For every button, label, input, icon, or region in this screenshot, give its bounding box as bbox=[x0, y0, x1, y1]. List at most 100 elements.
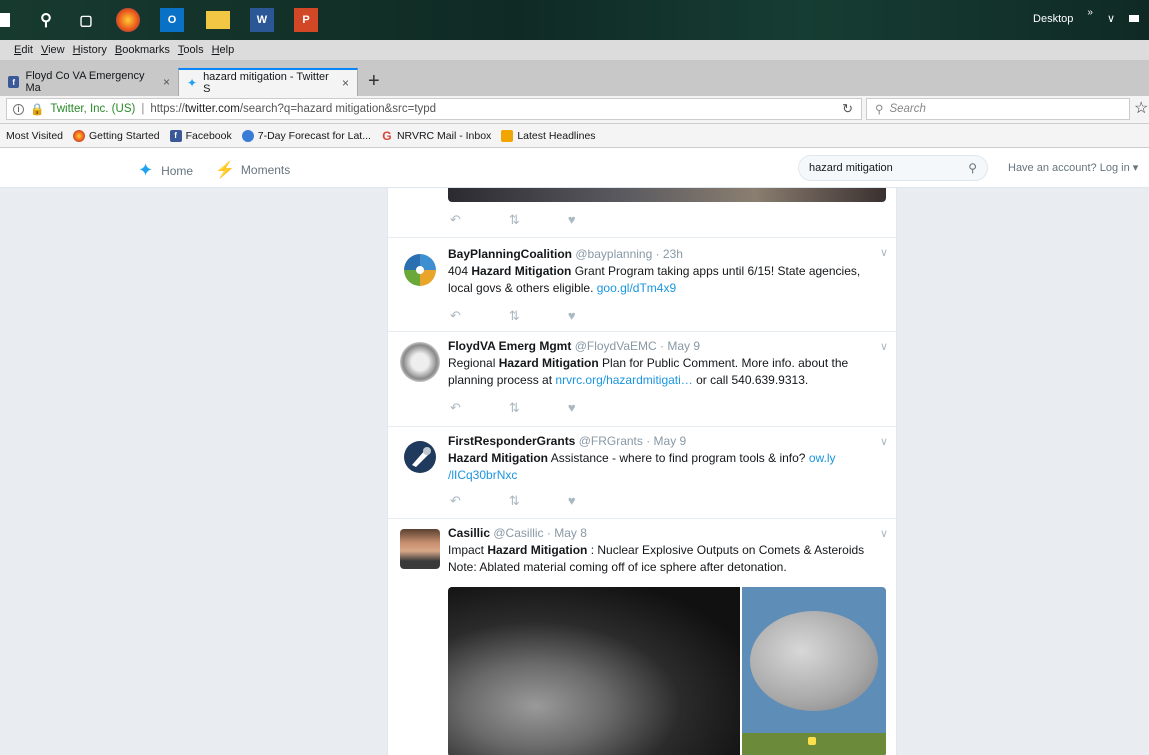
reply-icon[interactable]: ↶ bbox=[450, 308, 461, 324]
address-bar[interactable]: i 🔒 Twitter, Inc. (US) | https://twitter… bbox=[6, 98, 862, 120]
tweet-actions: ↶ ⇅ ♥ bbox=[450, 400, 576, 416]
tweet-text: or call 540.639.9313. bbox=[692, 373, 809, 387]
tweet-link[interactable]: nrvrc.org/hazardmitigati… bbox=[555, 373, 692, 387]
nav-moments[interactable]: ⚡ Moments bbox=[215, 160, 290, 180]
tweet-author-name[interactable]: FirstResponderGrants bbox=[448, 434, 575, 448]
powerpoint-taskbar-icon[interactable]: P bbox=[294, 8, 318, 32]
tweet-handle[interactable]: @FloydVaEMC · May 9 bbox=[575, 339, 700, 353]
avatar[interactable] bbox=[400, 437, 440, 477]
nav-home[interactable]: ✦ Home bbox=[138, 160, 193, 181]
reload-icon[interactable]: ↻ bbox=[842, 101, 853, 117]
twitter-search-input[interactable]: hazard mitigation ⚲ bbox=[798, 155, 988, 181]
avatar[interactable] bbox=[400, 342, 440, 382]
url-prefix: https:// bbox=[150, 103, 185, 115]
outlook-taskbar-icon[interactable]: O bbox=[160, 8, 184, 32]
login-link[interactable]: Have an account? Log in ▾ bbox=[1008, 161, 1138, 174]
twitter-global-nav: ✦ Home ⚡ Moments hazard mitigation ⚲ Hav… bbox=[0, 148, 1149, 188]
rss-feed-icon bbox=[501, 129, 514, 142]
menu-edit[interactable]: Edit bbox=[14, 44, 33, 56]
retweet-icon[interactable]: ⇅ bbox=[509, 400, 520, 416]
asteroid-photo[interactable] bbox=[448, 587, 740, 755]
like-heart-icon[interactable]: ♥ bbox=[568, 493, 576, 509]
tweet-link[interactable]: goo.gl/dTm4x9 bbox=[597, 281, 676, 295]
tweet-item[interactable]: ∨ Casillic @Casillic · May 8 Impact Haza… bbox=[388, 518, 896, 755]
bookmark-most-visited[interactable]: Most Visited bbox=[6, 130, 63, 142]
lock-icon: 🔒 bbox=[30, 104, 45, 116]
menu-bookmarks[interactable]: Bookmarks bbox=[115, 44, 170, 56]
like-heart-icon[interactable]: ♥ bbox=[568, 308, 576, 324]
toolbar-overflow-icon[interactable]: » bbox=[1087, 7, 1093, 18]
bookmark-label: 7-Day Forecast for Lat... bbox=[257, 129, 371, 142]
bookmark-label: Latest Headlines bbox=[517, 129, 596, 142]
firefox-taskbar-icon[interactable] bbox=[116, 8, 140, 32]
tweet-item[interactable]: ∨ FirstResponderGrants @FRGrants · May 9… bbox=[388, 426, 896, 518]
tweet-actions: ↶ ⇅ ♥ bbox=[450, 308, 576, 324]
bookmark-label: Getting Started bbox=[89, 129, 160, 142]
browser-search-input[interactable]: ⚲ Search bbox=[866, 98, 1130, 120]
tweet-item[interactable]: ∨ FloydVA Emerg Mgmt @FloydVaEMC · May 9… bbox=[388, 331, 896, 426]
like-heart-icon[interactable]: ♥ bbox=[568, 212, 576, 228]
bookmark-label: Facebook bbox=[185, 129, 232, 142]
retweet-icon[interactable]: ⇅ bbox=[509, 212, 520, 228]
bookmark-label: Most Visited bbox=[6, 129, 63, 142]
close-tab-icon[interactable]: × bbox=[342, 76, 349, 90]
tab-twitter-search[interactable]: ✦ hazard mitigation - Twitter S × bbox=[178, 68, 358, 96]
first-responder-grants-logo-icon bbox=[404, 441, 436, 473]
tweet-actions: ↶ ⇅ ♥ bbox=[450, 212, 576, 228]
retweet-icon[interactable]: ⇅ bbox=[509, 308, 520, 324]
previous-tweet-media[interactable] bbox=[448, 188, 886, 202]
asteroid-mesh-render[interactable] bbox=[742, 587, 886, 733]
tweet-author-name[interactable]: BayPlanningCoalition bbox=[448, 247, 572, 261]
navigation-toolbar: i 🔒 Twitter, Inc. (US) | https://twitter… bbox=[0, 96, 1149, 124]
facebook-favicon-icon: f bbox=[8, 76, 20, 88]
bookmark-facebook[interactable]: f Facebook bbox=[169, 129, 232, 142]
menu-tools[interactable]: Tools bbox=[178, 44, 204, 56]
desktop-toolbar-label[interactable]: Desktop bbox=[1033, 13, 1073, 25]
word-taskbar-icon[interactable]: W bbox=[250, 8, 274, 32]
menu-help[interactable]: Help bbox=[212, 44, 235, 56]
tweet-author-name[interactable]: Casillic bbox=[448, 526, 490, 540]
search-icon[interactable]: ⚲ bbox=[968, 161, 977, 175]
tab-floyd-co[interactable]: f Floyd Co VA Emergency Ma × bbox=[0, 68, 178, 96]
cortana-search-icon[interactable]: ⚲ bbox=[34, 8, 58, 32]
avatar[interactable] bbox=[400, 250, 440, 290]
tweet-handle[interactable]: @bayplanning · 23h bbox=[575, 247, 683, 261]
like-heart-icon[interactable]: ♥ bbox=[568, 400, 576, 416]
task-view-icon[interactable]: ▢ bbox=[74, 8, 98, 32]
menu-history[interactable]: History bbox=[73, 44, 107, 56]
tweet-content: BayPlanningCoalition @bayplanning · 23h … bbox=[448, 246, 888, 297]
tweet-handle[interactable]: @FRGrants · May 9 bbox=[579, 434, 687, 448]
tweet-media[interactable] bbox=[448, 587, 886, 755]
reply-icon[interactable]: ↶ bbox=[450, 493, 461, 509]
info-icon[interactable]: i bbox=[13, 103, 24, 115]
twitter-favicon-icon: ✦ bbox=[187, 76, 198, 90]
close-tab-icon[interactable]: × bbox=[163, 75, 170, 89]
bookmark-star-icon[interactable]: ☆ bbox=[1134, 98, 1148, 118]
reply-icon[interactable]: ↶ bbox=[450, 212, 461, 228]
tab-label: Floyd Co VA Emergency Ma bbox=[25, 70, 145, 94]
nav-home-label: Home bbox=[161, 163, 194, 178]
url-path: /search?q=hazard mitigation&src=typd bbox=[239, 103, 437, 115]
taskbar-tray: Desktop » ∨ bbox=[1033, 7, 1139, 25]
tweet-item[interactable]: ∨ BayPlanningCoalition @bayplanning · 23… bbox=[388, 237, 896, 331]
reply-icon[interactable]: ↶ bbox=[450, 400, 461, 416]
site-identity[interactable]: Twitter, Inc. (US) bbox=[50, 103, 135, 115]
tray-device-icon[interactable] bbox=[1129, 15, 1139, 22]
windows-taskbar: ⚲ ▢ O W P Desktop » ∨ bbox=[0, 0, 1149, 40]
start-menu-icon[interactable] bbox=[0, 13, 10, 27]
retweet-icon[interactable]: ⇅ bbox=[509, 493, 520, 509]
bookmark-forecast[interactable]: 7-Day Forecast for Lat... bbox=[241, 129, 371, 142]
bookmark-latest-headlines[interactable]: Latest Headlines bbox=[501, 129, 596, 142]
tweet-highlight: Hazard Mitigation bbox=[448, 451, 549, 465]
firefox-icon bbox=[73, 129, 85, 142]
chevron-down-icon[interactable]: ∨ bbox=[1107, 12, 1115, 25]
file-explorer-icon[interactable] bbox=[206, 11, 230, 29]
new-tab-button[interactable]: + bbox=[368, 70, 380, 93]
bookmark-getting-started[interactable]: Getting Started bbox=[73, 129, 160, 142]
menu-view[interactable]: View bbox=[41, 44, 65, 56]
tweet-handle[interactable]: @Casillic · May 8 bbox=[493, 526, 587, 540]
tweet-author-name[interactable]: FloydVA Emerg Mgmt bbox=[448, 339, 571, 353]
bookmark-nrvrc-mail[interactable]: G NRVRC Mail - Inbox bbox=[381, 129, 491, 143]
avatar[interactable] bbox=[400, 529, 440, 569]
tweet-highlight: Hazard Mitigation bbox=[487, 543, 588, 557]
